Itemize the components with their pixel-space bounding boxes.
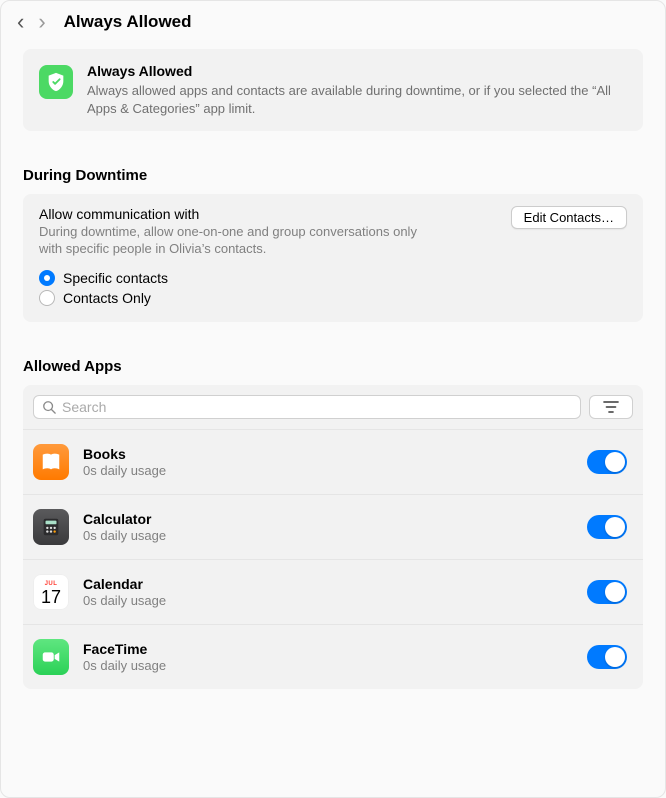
app-row: JUL17 Calendar0s daily usage — [23, 559, 643, 624]
info-title: Always Allowed — [87, 63, 627, 79]
edit-contacts-button[interactable]: Edit Contacts… — [511, 206, 627, 229]
radio-label: Contacts Only — [63, 290, 151, 306]
app-name: FaceTime — [83, 641, 573, 657]
info-text: Always Allowed Always allowed apps and c… — [87, 63, 627, 117]
app-toggle[interactable] — [587, 515, 627, 539]
app-name: Books — [83, 446, 573, 462]
search-field-wrap[interactable] — [33, 395, 581, 419]
app-usage: 0s daily usage — [83, 658, 573, 673]
app-toggle[interactable] — [587, 645, 627, 669]
app-info: FaceTime0s daily usage — [83, 641, 573, 673]
allowed-apps-card: Books0s daily usageCalculator0s daily us… — [23, 385, 643, 689]
radio-button[interactable] — [39, 270, 55, 286]
calendar-month: JUL — [45, 581, 58, 587]
downtime-heading: During Downtime — [23, 167, 643, 184]
header-bar: ‹ › Always Allowed — [1, 1, 665, 41]
communication-card: Allow communication with During downtime… — [23, 194, 643, 322]
communication-description: During downtime, allow one-on-one and gr… — [39, 224, 439, 258]
books-app-icon — [33, 444, 69, 480]
filter-button[interactable] — [589, 395, 633, 419]
facetime-app-icon — [33, 639, 69, 675]
communication-header: Allow communication with During downtime… — [39, 206, 627, 258]
radio-option[interactable]: Contacts Only — [39, 288, 627, 308]
communication-radio-group: Specific contacts Contacts Only — [39, 268, 627, 308]
filter-icon — [603, 400, 619, 414]
allowed-apps-heading: Allowed Apps — [23, 358, 643, 375]
app-row: FaceTime0s daily usage — [23, 624, 643, 689]
settings-pane: ‹ › Always Allowed Always Allowed Always… — [1, 1, 665, 689]
forward-button: › — [38, 11, 45, 33]
radio-button[interactable] — [39, 290, 55, 306]
app-usage: 0s daily usage — [83, 593, 573, 608]
radio-label: Specific contacts — [63, 270, 168, 286]
communication-title: Allow communication with — [39, 206, 439, 222]
page-title: Always Allowed — [64, 12, 192, 32]
info-callout: Always Allowed Always allowed apps and c… — [23, 49, 643, 131]
calculator-app-icon — [33, 509, 69, 545]
app-usage: 0s daily usage — [83, 528, 573, 543]
app-name: Calculator — [83, 511, 573, 527]
app-info: Calendar0s daily usage — [83, 576, 573, 608]
app-list: Books0s daily usageCalculator0s daily us… — [23, 429, 643, 689]
app-row: Calculator0s daily usage — [23, 494, 643, 559]
app-usage: 0s daily usage — [83, 463, 573, 478]
info-description: Always allowed apps and contacts are ava… — [87, 82, 627, 117]
search-row — [23, 385, 643, 429]
main-content: Always Allowed Always allowed apps and c… — [1, 41, 665, 689]
always-allowed-icon — [39, 65, 73, 99]
app-row: Books0s daily usage — [23, 429, 643, 494]
search-input[interactable] — [62, 399, 572, 415]
calendar-app-icon: JUL17 — [33, 574, 69, 610]
calendar-day: 17 — [41, 588, 61, 606]
app-toggle[interactable] — [587, 580, 627, 604]
search-icon — [42, 400, 56, 414]
radio-option[interactable]: Specific contacts — [39, 268, 627, 288]
communication-text: Allow communication with During downtime… — [39, 206, 439, 258]
app-name: Calendar — [83, 576, 573, 592]
back-button[interactable]: ‹ — [17, 11, 24, 33]
nav-arrows: ‹ › — [17, 11, 46, 33]
app-info: Calculator0s daily usage — [83, 511, 573, 543]
app-info: Books0s daily usage — [83, 446, 573, 478]
app-toggle[interactable] — [587, 450, 627, 474]
